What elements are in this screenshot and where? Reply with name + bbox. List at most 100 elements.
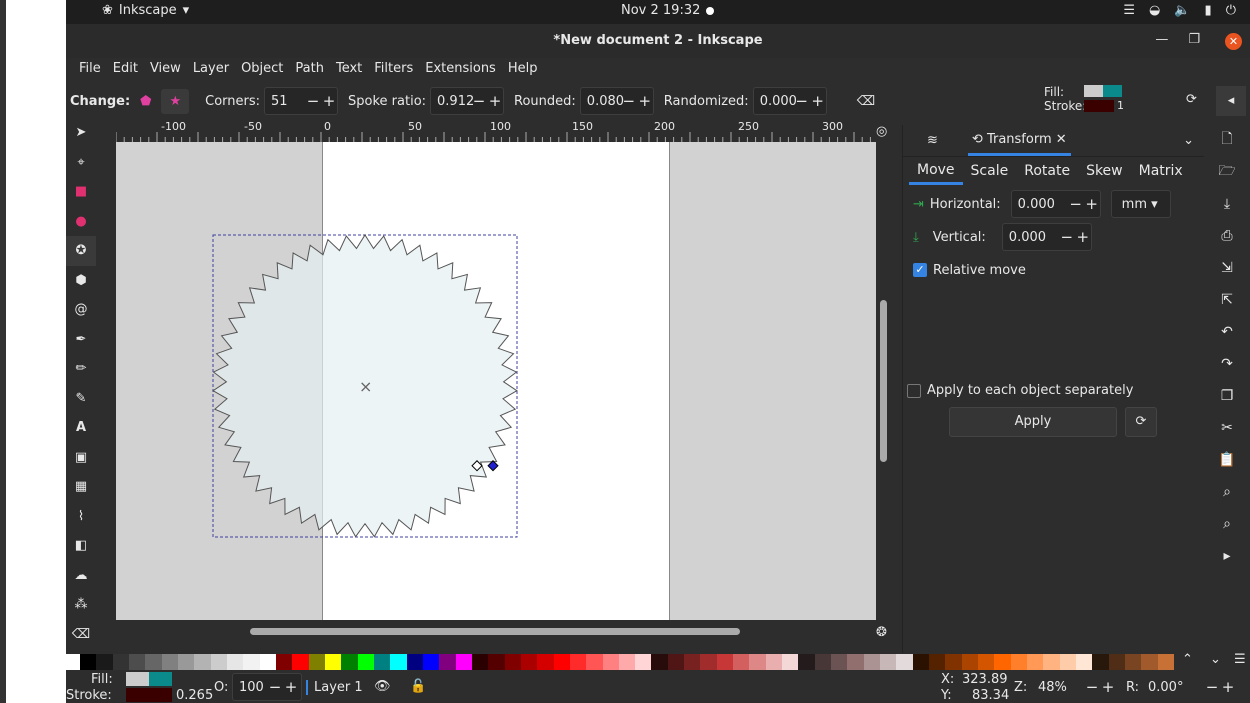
menu-path[interactable]: Path <box>289 58 330 84</box>
color-swatch[interactable] <box>1141 654 1158 670</box>
chevron-up-icon[interactable]: ⌃ <box>1182 652 1193 667</box>
no-paint-swatch[interactable] <box>66 654 80 670</box>
color-swatch[interactable] <box>618 654 636 670</box>
color-swatch[interactable] <box>553 654 570 670</box>
tab-transform[interactable]: ⟲ Transform ✕ <box>967 126 1071 156</box>
menu-edit[interactable]: Edit <box>107 58 144 84</box>
status-fill-swatch[interactable] <box>126 672 172 686</box>
color-swatch[interactable] <box>847 654 864 670</box>
mesh-tool-icon[interactable]: ▦ <box>66 472 96 502</box>
menu-icon[interactable]: ☰ <box>1234 652 1246 667</box>
color-swatch[interactable] <box>471 654 489 670</box>
minus-icon[interactable]: − <box>621 92 637 110</box>
color-swatch[interactable] <box>945 654 962 670</box>
menu-filters[interactable]: Filters <box>368 58 419 84</box>
check-icon[interactable]: ✓ <box>913 263 927 277</box>
relative-move[interactable]: ✓ Relative move <box>913 256 1204 284</box>
minus-icon[interactable]: − <box>471 92 487 110</box>
apply-button[interactable]: Apply <box>949 407 1117 437</box>
chevron-down-icon[interactable]: ⌄ <box>1210 652 1221 667</box>
color-swatch[interactable] <box>912 654 930 670</box>
cut-icon[interactable]: ✂ <box>1204 412 1250 444</box>
plus-icon[interactable]: + <box>1075 228 1091 246</box>
system-tray[interactable]: ☰ ◒ 🔈 ▮ ⏻ <box>1123 3 1236 18</box>
corners-value[interactable]: 51 <box>271 94 305 109</box>
color-swatch[interactable] <box>373 654 391 670</box>
subtab-move[interactable]: Move <box>909 158 963 185</box>
subtab-rotate[interactable]: Rotate <box>1016 159 1078 183</box>
unit-select[interactable]: mm ▾ <box>1110 190 1171 218</box>
color-swatch[interactable] <box>145 654 162 670</box>
color-swatch[interactable] <box>569 654 587 670</box>
color-swatch[interactable] <box>308 654 325 670</box>
wifi-icon[interactable]: ◒ <box>1149 3 1160 18</box>
color-swatch[interactable] <box>1076 654 1093 670</box>
zoom-spinner[interactable]: 48% − + <box>1032 673 1122 701</box>
color-swatch[interactable] <box>80 654 97 670</box>
star-icon[interactable]: ★ <box>161 88 190 114</box>
color-swatch[interactable] <box>406 654 423 670</box>
color-swatch[interactable] <box>880 654 897 670</box>
color-swatch[interactable] <box>1125 654 1142 670</box>
menu-file[interactable]: File <box>73 58 107 84</box>
opacity-spinner[interactable]: 100− + <box>232 673 302 701</box>
color-swatch[interactable] <box>1092 654 1109 670</box>
color-swatch[interactable] <box>716 654 734 670</box>
reset-icon[interactable]: ⟳ <box>1125 407 1157 437</box>
undo-icon[interactable]: ↶ <box>1204 316 1250 348</box>
reset-icon[interactable]: ⌫ <box>857 94 875 109</box>
maximize-icon[interactable]: ❐ <box>1188 32 1200 47</box>
plus-icon[interactable]: + <box>283 678 299 696</box>
plus-icon[interactable]: + <box>810 92 826 110</box>
bucket-tool-icon[interactable]: ◧ <box>66 531 96 561</box>
print-icon[interactable]: ⎙ <box>1204 220 1250 252</box>
color-swatch[interactable] <box>488 654 505 670</box>
horizontal-ruler[interactable]: -100 -50 0 50 100 150 200 250 300 <box>116 118 876 142</box>
plus-icon[interactable]: + <box>321 92 337 110</box>
horizontal-value[interactable]: 0.000 <box>1018 197 1068 212</box>
color-swatch[interactable] <box>128 654 146 670</box>
color-swatch[interactable] <box>390 654 407 670</box>
color-swatch[interactable] <box>112 654 129 670</box>
color-swatch[interactable] <box>96 654 113 670</box>
battery-icon[interactable]: ▮ <box>1205 3 1212 18</box>
color-swatch[interactable] <box>896 654 913 670</box>
vertical-ruler[interactable] <box>96 142 116 620</box>
zoom-drawing-icon[interactable]: ⌕ <box>1204 508 1250 540</box>
status-stroke-swatch[interactable] <box>126 688 172 702</box>
horizontal-scrollbar[interactable] <box>250 628 740 635</box>
polygon-icon[interactable]: ⬟ <box>140 94 151 109</box>
star-drawing[interactable]: × <box>116 142 876 620</box>
color-swatch[interactable] <box>341 654 358 670</box>
color-swatch[interactable] <box>259 654 276 670</box>
vertical-value[interactable]: 0.000 <box>1009 230 1059 245</box>
menu-view[interactable]: View <box>144 58 187 84</box>
color-swatch[interactable] <box>275 654 293 670</box>
color-swatch[interactable] <box>226 654 244 670</box>
subtab-matrix[interactable]: Matrix <box>1131 159 1191 183</box>
color-swatch[interactable] <box>978 654 995 670</box>
calligraphy-tool-icon[interactable]: ✎ <box>66 384 96 414</box>
color-swatch[interactable] <box>537 654 554 670</box>
plus-icon[interactable]: + <box>487 92 503 110</box>
paste-icon[interactable]: 📋 <box>1204 444 1250 476</box>
pencil-tool-icon[interactable]: ✏ <box>66 354 96 384</box>
subtab-scale[interactable]: Scale <box>963 159 1017 183</box>
stroke-swatch[interactable] <box>1084 100 1114 112</box>
zoom-selection-icon[interactable]: ⌕ <box>1204 476 1250 508</box>
minus-icon[interactable]: − <box>1068 195 1084 213</box>
color-swatch[interactable] <box>700 654 717 670</box>
close-icon[interactable]: ✕ <box>1056 132 1067 147</box>
minus-icon[interactable]: − <box>267 678 283 696</box>
clock[interactable]: Nov 2 19:32 <box>621 3 700 18</box>
gradient-tool-icon[interactable]: ▣ <box>66 443 96 473</box>
tweak-tool-icon[interactable]: ☁ <box>66 561 96 591</box>
close-icon[interactable]: ✕ <box>1225 33 1242 50</box>
color-swatch[interactable] <box>814 654 832 670</box>
color-swatch[interactable] <box>357 654 374 670</box>
power-icon[interactable]: ⏻ <box>1226 3 1236 18</box>
color-swatch[interactable] <box>994 654 1011 670</box>
menu-object[interactable]: Object <box>235 58 289 84</box>
menu-help[interactable]: Help <box>502 58 544 84</box>
menu-layer[interactable]: Layer <box>187 58 235 84</box>
